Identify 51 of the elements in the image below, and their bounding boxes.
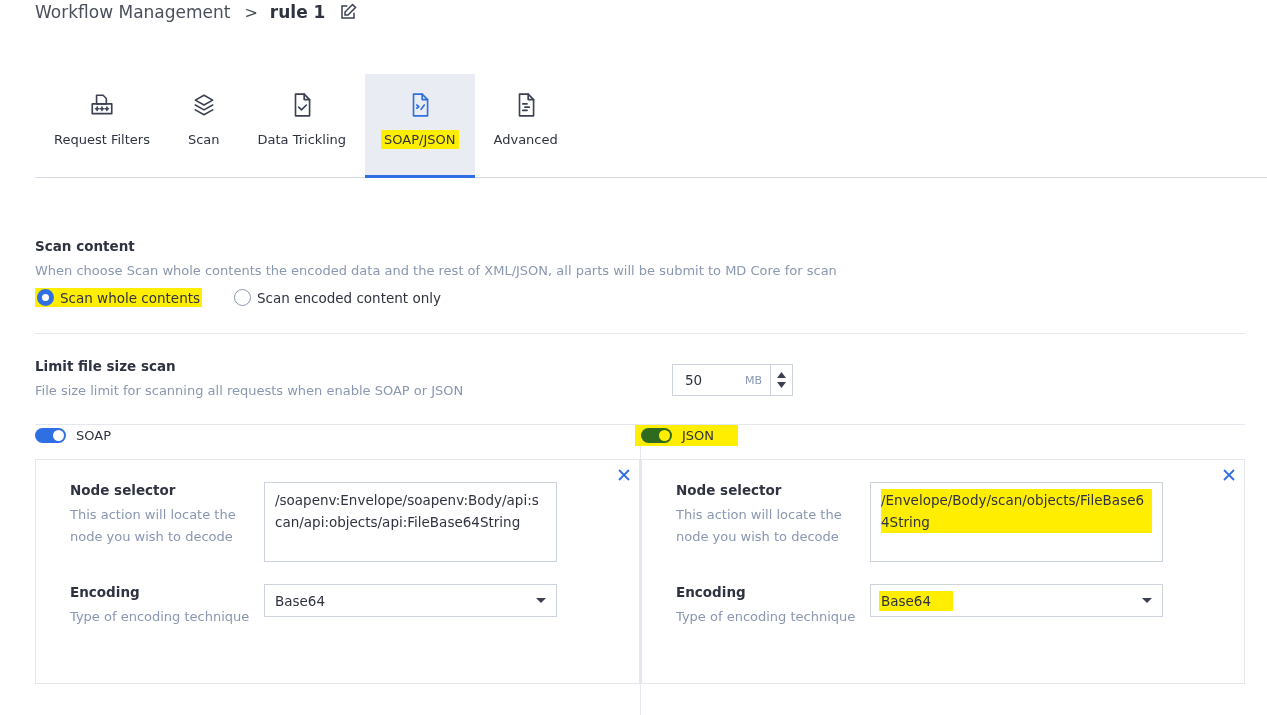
breadcrumb-link[interactable]: Workflow Management: [35, 2, 231, 22]
radio-option[interactable]: Scan encoded content only: [232, 288, 443, 307]
dropdown-value: Base64: [274, 591, 327, 611]
section-title: Scan content: [35, 238, 136, 254]
field-description: Type of encoding technique: [70, 608, 251, 626]
encoding-dropdown[interactable]: Base64: [264, 584, 557, 617]
field-description: This action will locate the node you wish to decode: [676, 506, 843, 546]
radio-button[interactable]: [37, 289, 54, 306]
input-value: 50: [685, 372, 704, 388]
tab[interactable]: Data Trickling: [238, 74, 366, 178]
dropdown-value: Base64: [879, 590, 954, 611]
toggle-switch[interactable]: SOAP: [29, 425, 135, 446]
field-value: /soapenv:Envelope/soapenv:Body/api:scan/api:objects/api:FileBase64String: [275, 491, 540, 532]
tab-label: Advanced: [492, 131, 559, 149]
section-description: When choose Scan whole contents the encoded data and the rest of XML/JSON, all parts will be submit to MD Core for scan: [35, 262, 838, 280]
section-title: Limit file size scan: [35, 358, 177, 374]
close-icon[interactable]: [617, 468, 631, 482]
edit-icon[interactable]: [339, 3, 358, 21]
tab[interactable]: Scan: [168, 74, 239, 178]
breadcrumb-separator: >: [244, 2, 258, 22]
unit-label: MB: [744, 373, 762, 387]
tab-label: Request Filters: [53, 131, 151, 149]
caret-icon: [536, 598, 546, 603]
radio-label: Scan encoded content only: [257, 289, 441, 306]
decrement-icon[interactable]: [777, 382, 786, 388]
tab-label: SOAP/JSON: [381, 130, 459, 149]
increment-icon[interactable]: [777, 372, 786, 378]
page-title: rule 1: [269, 2, 326, 22]
node-selector-field[interactable]: /soapenv:Envelope/soapenv:Body/api:scan/api:objects/api:FileBase64String: [264, 482, 557, 562]
field-description: Type of encoding technique: [676, 608, 857, 626]
tab-label: Data Trickling: [256, 131, 348, 149]
section-description: File size limit for scanning all requests when enable SOAP or JSON: [35, 382, 464, 400]
tab-label: Scan: [186, 131, 221, 149]
caret-icon: [1142, 598, 1152, 603]
tab[interactable]: SOAP/JSON: [365, 74, 475, 178]
tab[interactable]: Request Filters: [35, 74, 169, 178]
radio-button[interactable]: [234, 289, 252, 306]
close-icon[interactable]: [1222, 468, 1236, 482]
field-title: Encoding: [676, 584, 747, 600]
radio-option[interactable]: Scan whole contents: [35, 288, 203, 307]
tab[interactable]: Advanced: [474, 74, 577, 178]
radio-label: Scan whole contents: [60, 289, 201, 306]
node-selector-field[interactable]: /Envelope/Body/scan/objects/FileBase64String: [870, 482, 1163, 562]
field-description: This action will locate the node you wish to decode: [70, 506, 237, 546]
field-value: /Envelope/Body/scan/objects/FileBase64String: [881, 489, 1152, 533]
field-title: Node selector: [70, 482, 177, 498]
encoding-dropdown[interactable]: Base64: [870, 584, 1163, 617]
file-size-input[interactable]: 50 MB: [672, 364, 793, 396]
toggle-switch[interactable]: JSON: [635, 425, 739, 446]
field-title: Node selector: [676, 482, 783, 498]
field-title: Encoding: [70, 584, 141, 600]
